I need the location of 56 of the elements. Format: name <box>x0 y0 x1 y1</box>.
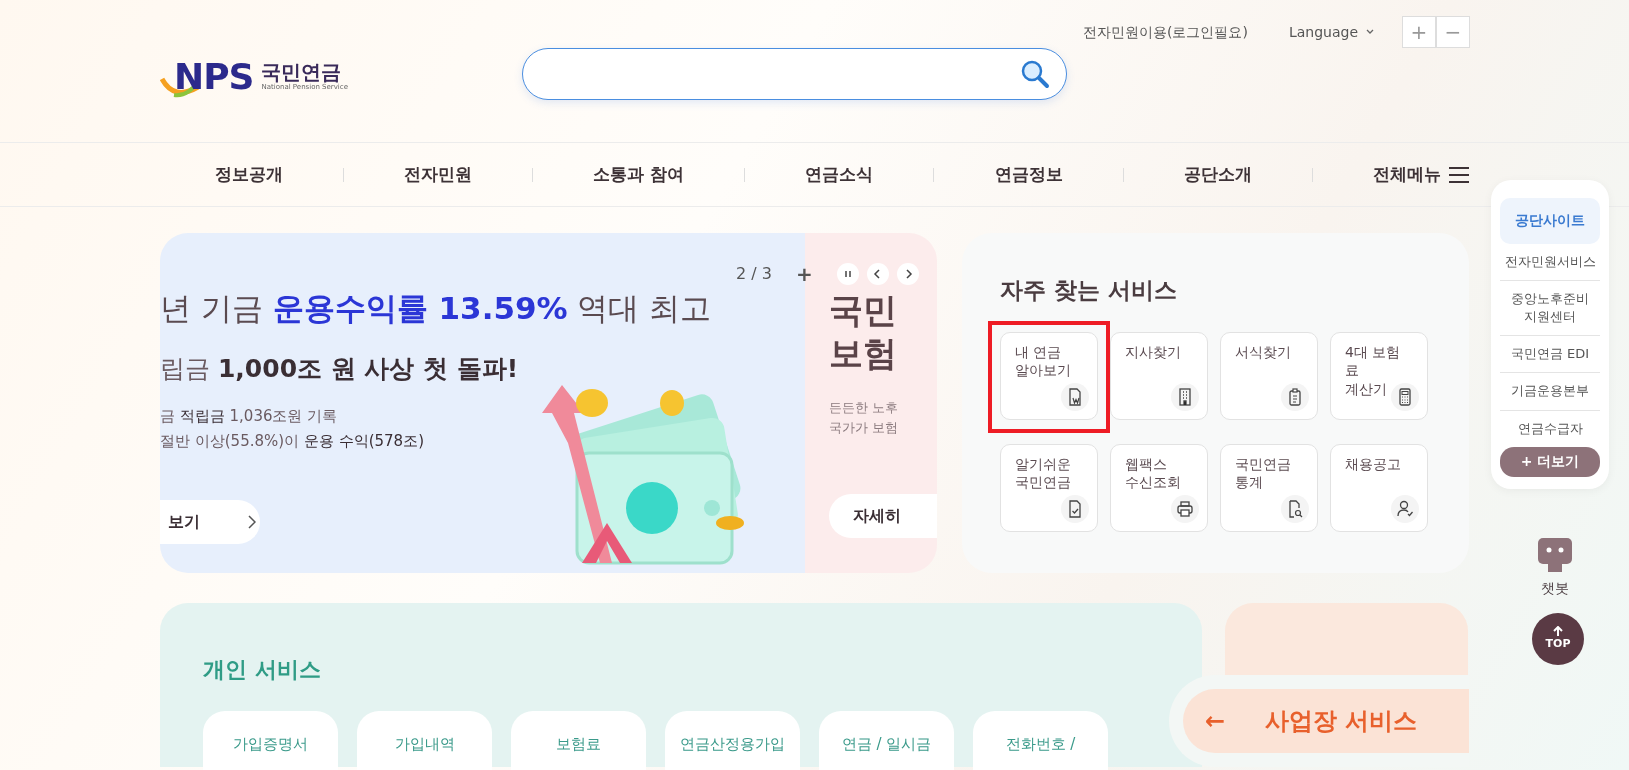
menu-icon <box>1448 166 1469 183</box>
nav-link[interactable]: 연금정보 <box>994 161 1063 188</box>
scroll-top-button[interactable]: TOP <box>1532 613 1584 665</box>
banner-text: 절반 이상(55.8%)이 운용 수익(578조) <box>160 430 424 452</box>
slide-counter: 2 / 3 <box>736 263 772 285</box>
banner-headline: 년 기금 운용수익률 13.59% 역대 최고 <box>160 289 712 328</box>
all-menu-button[interactable]: 전체메뉴 <box>1372 161 1469 188</box>
side-menu-item[interactable]: 공단사이트 <box>1500 198 1600 244</box>
more-button[interactable]: + 더보기 <box>1500 446 1600 477</box>
logo-title: 국민연금 <box>261 61 342 82</box>
chevron-down-icon <box>1366 29 1374 35</box>
chatbot-link[interactable]: 챗봇 <box>1541 578 1569 599</box>
service-tile[interactable]: 국민연금 통계 <box>1220 443 1318 532</box>
slide-text: 든든한 노후 <box>829 399 900 417</box>
section-title: 개인 서비스 <box>203 656 322 684</box>
details-button[interactable]: 자세히 <box>829 494 937 538</box>
nav-link[interactable]: 연금소식 <box>805 161 874 188</box>
language-dropdown[interactable]: Language <box>1288 21 1374 43</box>
nav-link[interactable]: 전자민원 <box>404 161 473 188</box>
service-card[interactable]: 전화번호 / <box>973 711 1108 770</box>
slide-text: 국가가 보험 <box>829 418 900 437</box>
nav-link[interactable]: 소통과 참여 <box>593 161 685 188</box>
service-card[interactable]: 가입증명서 <box>203 711 338 770</box>
section-title: 자주 찾는 서비스 <box>1000 276 1178 305</box>
side-menu-item[interactable]: 연금수급자 <box>1500 410 1600 447</box>
service-card[interactable]: 연금산정용가입 <box>665 711 800 770</box>
nav-link[interactable]: 공단소개 <box>1183 161 1252 188</box>
robot-icon <box>1536 536 1574 574</box>
view-button[interactable]: 보기 <box>160 500 260 544</box>
slide-title: 국민 <box>829 289 897 332</box>
banner-text: 금 적립금 1,036조원 기록 <box>160 406 338 427</box>
service-tile[interactable]: 웹팩스 수신조회 <box>1110 443 1208 532</box>
search-icon <box>1020 59 1050 89</box>
arrow-up-icon <box>1553 625 1563 636</box>
service-card[interactable]: 가입내역 <box>357 711 492 770</box>
side-menu-item[interactable]: 국민연금 EDI <box>1500 336 1600 374</box>
service-tile[interactable]: 알기쉬운 국민연금 <box>1000 443 1098 532</box>
service-tile[interactable]: 채용공고 <box>1330 443 1428 532</box>
side-menu-item[interactable]: 중앙노후준비 지원센터 <box>1500 280 1600 337</box>
service-tile[interactable]: 내 연금 알아보기 <box>1000 331 1098 420</box>
printer-icon <box>1175 498 1195 519</box>
chevron-right-icon <box>248 515 256 529</box>
login-link[interactable]: 전자민원이용(로그인필요) <box>1082 21 1248 43</box>
side-menu-item[interactable]: 기금운용본부 <box>1500 373 1600 411</box>
service-tile[interactable]: 지사찾기 <box>1110 331 1208 420</box>
nav-link[interactable]: 정보공개 <box>215 161 283 188</box>
slide-title: 보험 <box>829 331 897 374</box>
person-check-icon <box>1395 498 1415 519</box>
service-card[interactable]: 연금 / 일시금 <box>819 711 954 770</box>
logo-text: NPS <box>174 59 254 95</box>
search-field[interactable] <box>522 48 1067 100</box>
service-tile[interactable]: 서식찾기 <box>1220 331 1318 420</box>
add-button[interactable]: + <box>795 259 813 289</box>
banner-subheadline: 립금 1,000조 원 사상 첫 돌파! <box>160 352 519 385</box>
service-tile[interactable]: 4대 보험료 계산기 <box>1330 331 1428 420</box>
side-menu-item[interactable]: 전자민원서비스 <box>1500 243 1600 281</box>
